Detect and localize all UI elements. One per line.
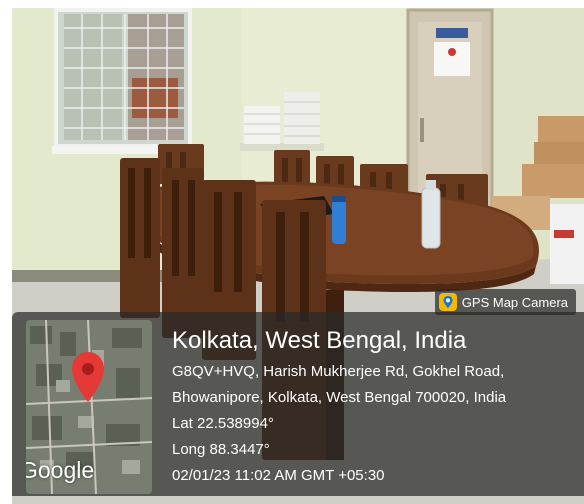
- location-map-thumbnail: Google: [26, 320, 152, 494]
- latitude: Lat 22.538994°: [172, 415, 274, 432]
- map-pin-camera-icon: [438, 293, 457, 311]
- timestamp: 02/01/23 11:02 AM GMT +05:30: [172, 467, 385, 484]
- longitude: Long 88.3447°: [172, 441, 270, 458]
- place-title: Kolkata, West Bengal, India: [172, 327, 467, 354]
- photo-frame: GPS Map Camera Google Kolkata, West Beng…: [0, 0, 584, 504]
- location-info-panel: Google Kolkata, West Bengal, India G8QV+…: [12, 312, 584, 496]
- badge-label: GPS Map Camera: [461, 294, 568, 310]
- address-line-2: Bhowanipore, Kolkata, West Bengal 700020…: [172, 389, 507, 406]
- address-line-1: G8QV+HVQ, Harish Mukherjee Rd, Gokhel Ro…: [172, 363, 505, 380]
- location-details: Kolkata, West Bengal, India G8QV+HVQ, Ha…: [172, 326, 580, 488]
- google-logo: Google: [26, 457, 95, 483]
